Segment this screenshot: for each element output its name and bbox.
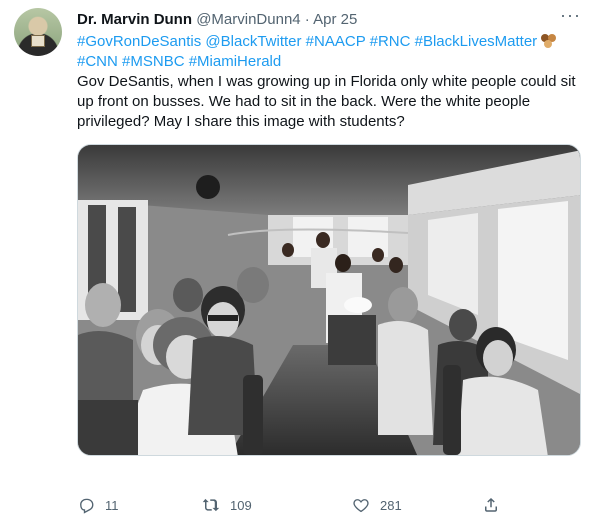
hashtag-link[interactable]: #RNC <box>370 33 411 50</box>
tweet-actions: 11 109 281 <box>77 496 577 518</box>
tweet-body: Gov DeSantis, when I was growing up in F… <box>77 73 576 130</box>
hashtag-link[interactable]: #GovRonDeSantis <box>77 33 201 50</box>
reply-icon <box>80 498 94 514</box>
retweet-icon <box>202 498 220 512</box>
reply-button[interactable]: 11 <box>77 496 119 514</box>
ellipsis-icon[interactable]: ··· <box>560 5 581 26</box>
tweet-text: #GovRonDeSantis @BlackTwitter #NAACP #RN… <box>77 32 577 132</box>
like-count: 281 <box>380 497 402 513</box>
author-handle[interactable]: @MarvinDunn4 <box>196 11 300 28</box>
tweet[interactable]: Dr. Marvin Dunn @MarvinDunn4 · Apr 25 ··… <box>0 0 591 527</box>
author-name[interactable]: Dr. Marvin Dunn <box>77 11 192 28</box>
hashtag-link[interactable]: #MSNBC <box>122 53 185 70</box>
reply-count: 11 <box>105 497 119 513</box>
retweet-button[interactable]: 109 <box>202 496 252 514</box>
mention-link[interactable]: @BlackTwitter <box>205 33 301 50</box>
hashtag-link[interactable]: #BlackLivesMatter <box>415 33 538 50</box>
bus-photo <box>78 145 580 455</box>
heart-icon <box>353 499 369 513</box>
share-button[interactable] <box>482 496 500 514</box>
tweet-date[interactable]: Apr 25 <box>313 11 357 28</box>
separator-dot: · <box>304 11 310 28</box>
tweet-image[interactable] <box>77 144 581 456</box>
hashtags-line-2: #CNN #MSNBC #MiamiHerald <box>77 52 577 72</box>
hashtag-link[interactable]: #NAACP <box>306 33 366 50</box>
avatar[interactable] <box>14 8 62 56</box>
tweet-header: Dr. Marvin Dunn @MarvinDunn4 · Apr 25 <box>77 10 357 30</box>
hashtag-link[interactable]: #CNN <box>77 53 118 70</box>
share-icon <box>485 497 497 512</box>
retweet-count: 109 <box>230 497 252 513</box>
fist-emoji-icon <box>541 34 559 48</box>
hashtags-line-1: #GovRonDeSantis @BlackTwitter #NAACP #RN… <box>77 32 577 52</box>
hashtag-link[interactable]: #MiamiHerald <box>189 53 282 70</box>
like-button[interactable]: 281 <box>352 496 402 514</box>
